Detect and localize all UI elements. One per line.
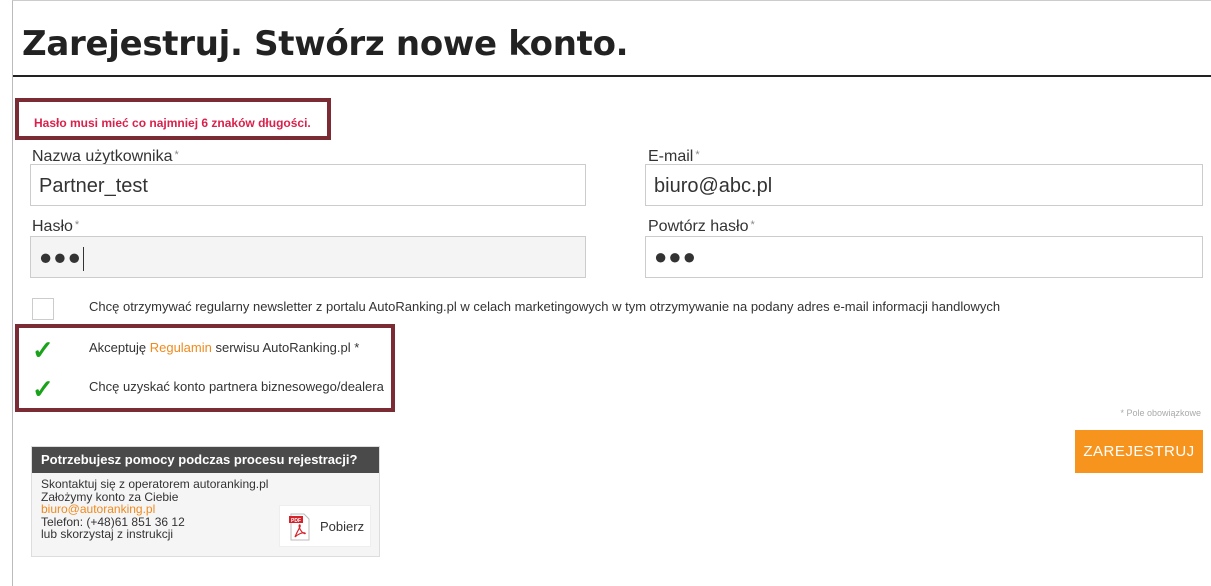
download-instructions-button[interactable]: PDF Pobierz bbox=[279, 505, 371, 547]
title-divider bbox=[13, 75, 1211, 77]
help-box: Potrzebujesz pomocy podczas procesu reje… bbox=[31, 446, 380, 557]
password-repeat-label: Powtórz hasło * bbox=[648, 218, 755, 235]
password-input[interactable]: ●●● bbox=[30, 236, 586, 278]
partner-checkbox[interactable]: ✓ bbox=[32, 376, 54, 402]
newsletter-label: Chcę otrzymywać regularny newsletter z p… bbox=[89, 299, 1001, 314]
terms-label: Akceptuję Regulamin serwisu AutoRanking.… bbox=[89, 340, 360, 355]
help-header: Potrzebujesz pomocy podczas procesu reje… bbox=[32, 447, 379, 473]
terms-checkbox[interactable]: ✓ bbox=[32, 337, 54, 363]
register-button[interactable]: ZAREJESTRUJ bbox=[1075, 430, 1203, 473]
help-email-link[interactable]: biuro@autoranking.pl bbox=[41, 503, 268, 516]
pdf-file-icon: PDF bbox=[289, 513, 310, 541]
newsletter-checkbox[interactable] bbox=[32, 298, 54, 320]
partner-label: Chcę uzyskać konto partnera biznesowego/… bbox=[89, 379, 384, 394]
error-message: Hasło musi mieć co najmniej 6 znaków dłu… bbox=[34, 116, 311, 130]
password-label: Hasło * bbox=[32, 218, 80, 235]
terms-link[interactable]: Regulamin bbox=[150, 340, 212, 355]
page-title: Zarejestruj. Stwórz nowe konto. bbox=[22, 24, 629, 64]
download-label: Pobierz bbox=[320, 519, 365, 534]
help-body: Skontaktuj się z operatorem autoranking.… bbox=[41, 477, 269, 541]
email-input[interactable]: biuro@abc.pl bbox=[645, 164, 1203, 206]
svg-text:PDF: PDF bbox=[291, 518, 301, 524]
required-fields-note: * Pole obowiązkowe bbox=[1120, 408, 1201, 418]
username-input[interactable]: Partner_test bbox=[30, 164, 586, 206]
password-repeat-input[interactable]: ●●● bbox=[645, 236, 1203, 278]
checkbox-highlight-box bbox=[15, 324, 395, 412]
text-caret bbox=[82, 247, 84, 271]
